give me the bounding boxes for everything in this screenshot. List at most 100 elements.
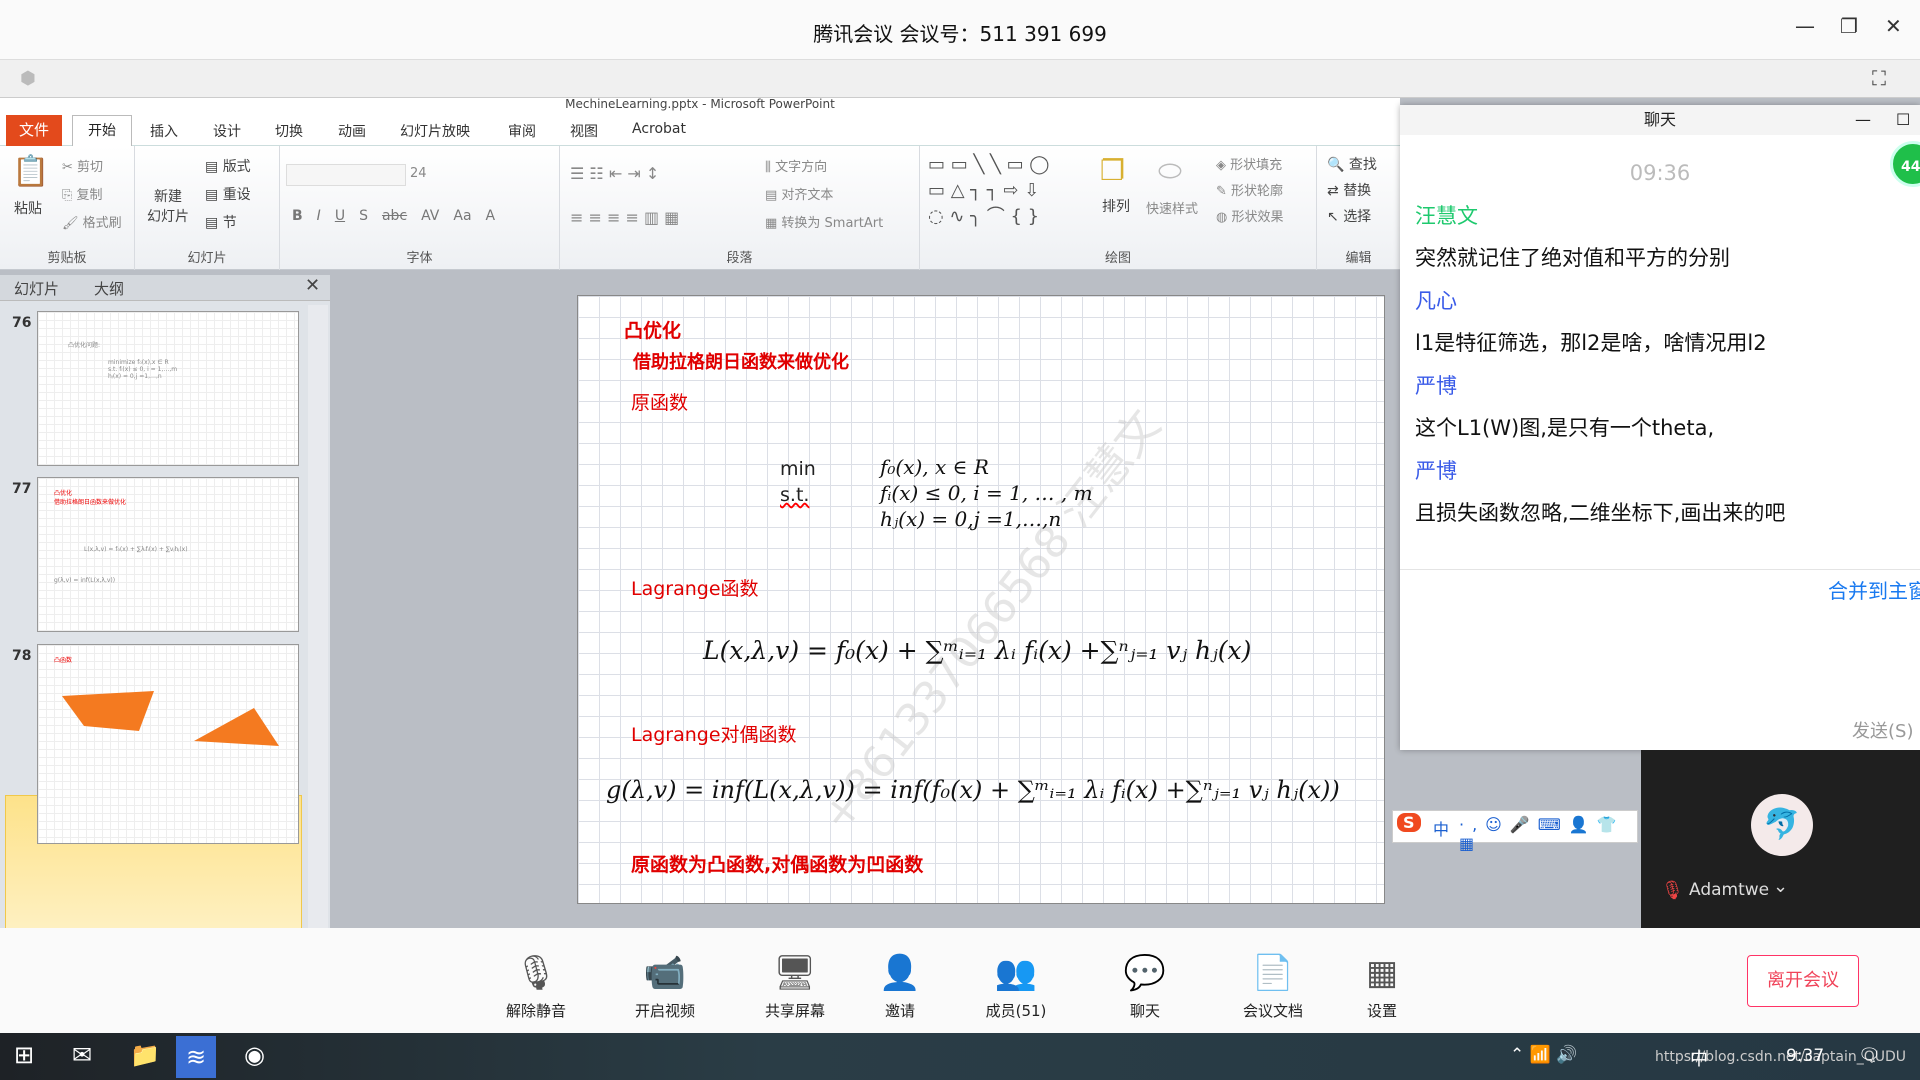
slide-thumbnail-76[interactable]: 凸优化问题: minimize f₀(x),x ∈ R s.t. fᵢ(x) ≤… <box>37 311 299 466</box>
format-painter-button[interactable]: 🖌 格式刷 <box>62 212 122 231</box>
tab-view[interactable]: 视图 <box>570 121 598 141</box>
toolbar-button-document[interactable]: 📄 会议文档 <box>1218 950 1328 1021</box>
font-size-select[interactable]: 24 <box>410 166 454 188</box>
ime-mode[interactable]: 中 <box>1433 816 1449 840</box>
tab-review[interactable]: 审阅 <box>508 121 536 141</box>
shape-outline-button[interactable]: ✎ 形状轮廓 <box>1216 180 1283 199</box>
tab-acrobat[interactable]: Acrobat <box>632 121 686 137</box>
shape-fill-button[interactable]: ◈ 形状填充 <box>1216 154 1282 173</box>
italic-button[interactable]: I <box>317 208 321 224</box>
paste-icon[interactable]: 📋 <box>12 154 49 189</box>
find-button[interactable]: 🔍 查找 <box>1327 154 1377 174</box>
replace-button[interactable]: ⇄ 替换 <box>1327 180 1371 200</box>
conclusion: 原函数为凸函数,对偶函数为凹函数 <box>631 854 924 876</box>
paste-button[interactable]: 粘贴 <box>14 198 42 218</box>
align-text-button[interactable]: ▤ 对齐文本 <box>765 184 833 203</box>
close-panel-icon[interactable]: ✕ <box>305 275 320 296</box>
tab-slides[interactable]: 幻灯片 <box>14 278 59 299</box>
text-direction-button[interactable]: ⫼ 文字方向 <box>765 156 827 175</box>
spacing-button[interactable]: AV <box>421 208 439 224</box>
panel-scrollbar[interactable] <box>308 305 328 928</box>
tray-icons[interactable]: ⌃ 📶 🔊 <box>1510 1045 1577 1065</box>
cut-button[interactable]: ✂ 剪切 <box>62 156 103 175</box>
bold-button[interactable]: B <box>292 208 303 224</box>
font-format-buttons: B I U S abc AV Aa A <box>292 208 495 224</box>
tab-animations[interactable]: 动画 <box>338 121 366 141</box>
new-slide-button[interactable]: 新建 幻灯片 <box>147 186 189 226</box>
close-button[interactable]: ✕ <box>1885 14 1902 38</box>
toolbar-button-share-screen[interactable]: 🖥 共享屏幕 <box>740 950 850 1021</box>
toolbar-button-chat[interactable]: 💬 聊天 <box>1090 950 1200 1021</box>
tab-home[interactable]: 开始 <box>72 115 132 147</box>
slide-number: 76 <box>12 315 32 331</box>
list-buttons[interactable]: ☰ ☷ ⇤ ⇥ ↕ <box>570 164 659 183</box>
file-explorer-icon[interactable]: 📁 <box>130 1041 160 1069</box>
slide-thumbnail-78[interactable]: 凸函数 <box>37 644 299 844</box>
leave-meeting-button[interactable]: 离开会议 <box>1747 955 1859 1007</box>
ribbon: 📋 粘贴 ✂ 剪切 ⎘ 复制 🖌 格式刷 剪贴板 新建 幻灯片 ▤ 版式 ▤ 重… <box>0 146 1400 270</box>
shape-effects-button[interactable]: ◍ 形状效果 <box>1216 206 1284 225</box>
chat-maximize-button[interactable]: ☐ <box>1896 105 1910 135</box>
mail-icon[interactable]: ✉ <box>72 1041 92 1069</box>
underline-button[interactable]: U <box>335 208 345 224</box>
shapes-gallery[interactable]: ▭ ▭ ╲ ╲ ▭ ◯ ▭ △ ┐ ┐ ⇨ ⇩ ◌ ∿ ╮ ⌒ { } <box>928 152 1049 230</box>
camera-off-icon: 📹 <box>643 953 687 993</box>
toolbar-button-members[interactable]: 👥 成员(51) <box>961 950 1071 1021</box>
equality-constraint: hⱼ(x) = 0,j =1,…,n <box>880 507 1062 531</box>
ime-tool-icons[interactable]: ·,☺🎤⌨👤👕▦ <box>1459 815 1637 853</box>
shadow-button[interactable]: S <box>359 208 368 224</box>
chat-minimize-button[interactable]: — <box>1855 105 1871 135</box>
tab-slideshow[interactable]: 幻灯片放映 <box>400 121 470 141</box>
chat-window: 聊天 — ☐ 44 09:36 汪慧文 突然就记住了绝对值和平方的分别 凡心 l… <box>1400 105 1920 750</box>
notification-icon[interactable]: 🗨 <box>1858 1045 1881 1066</box>
ime-indicator[interactable]: 中 <box>1690 1045 1708 1071</box>
copy-button[interactable]: ⎘ 复制 <box>62 184 103 203</box>
font-name-select[interactable] <box>286 164 406 186</box>
chevron-down-icon[interactable]: ⌄ <box>1773 876 1788 897</box>
slide-thumbnail-77[interactable]: 凸优化 借助拉格朗日函数来做优化 L(x,λ,v) = f₀(x) + ∑λᵢf… <box>37 477 299 632</box>
restore-button[interactable]: ❐ <box>1840 14 1858 38</box>
tab-transitions[interactable]: 切换 <box>275 121 303 141</box>
slide-canvas[interactable]: +861337066568 汪慧文 凸优化 借助拉格朗日函数来做优化 原函数 m… <box>577 295 1385 904</box>
fullscreen-icon[interactable]: ⛶ <box>1872 66 1886 90</box>
tab-design[interactable]: 设计 <box>213 121 241 141</box>
video-tile[interactable]: 🐬 🎙 Adamtwe ⌄ <box>1641 750 1920 928</box>
font-color-button[interactable]: A <box>486 208 496 224</box>
select-button[interactable]: ↖ 选择 <box>1327 206 1371 226</box>
quick-styles-icon[interactable]: ⬭ <box>1158 154 1182 188</box>
chrome-icon[interactable]: ◉ <box>244 1041 265 1069</box>
case-button[interactable]: Aa <box>453 208 471 224</box>
mic-muted-icon: 🎙 <box>1661 880 1684 901</box>
arrange-button[interactable]: 排列 <box>1102 196 1130 216</box>
arrange-icon[interactable]: ❐ <box>1100 154 1125 187</box>
align-buttons[interactable]: ≡ ≡ ≡ ≡ ▥ ▦ <box>570 208 679 227</box>
section-button[interactable]: ▤ 节 <box>205 212 237 232</box>
strikethrough-button[interactable]: abc <box>382 208 407 224</box>
group-editing: 🔍 查找 ⇄ 替换 ↖ 选择 编辑 <box>1317 146 1400 270</box>
share-toolbar: ⬢ ⛶ <box>0 60 1920 98</box>
dual-label: Lagrange对偶函数 <box>631 724 797 746</box>
merge-to-main-link[interactable]: 合并到主窗 <box>1828 575 1920 604</box>
tencent-meeting-icon[interactable]: ≋ <box>176 1036 217 1078</box>
layout-button[interactable]: ▤ 版式 <box>205 156 251 176</box>
thumb-line: g(λ,v) = inf(L(x,λ,v)) <box>54 577 116 584</box>
toolbar-button-settings[interactable]: ▦ 设置 <box>1327 950 1437 1021</box>
chat-input[interactable] <box>1410 610 1910 700</box>
minimize-button[interactable]: — <box>1795 14 1815 38</box>
send-button[interactable]: 发送(S) <box>1852 717 1913 743</box>
smartart-button[interactable]: ▦ 转换为 SmartArt <box>765 212 883 231</box>
invite-icon: 👤 <box>878 953 922 993</box>
start-icon[interactable]: ⊞ <box>14 1041 34 1069</box>
reset-button[interactable]: ▤ 重设 <box>205 184 251 204</box>
thumb-convex-figure <box>62 691 279 746</box>
tab-outline[interactable]: 大纲 <box>94 278 124 299</box>
toolbar-button-invite[interactable]: 👤 邀请 <box>845 950 955 1021</box>
clock[interactable]: 9:37 <box>1786 1046 1824 1066</box>
tab-file[interactable]: 文件 <box>6 115 62 146</box>
toolbar-button-mic-muted[interactable]: 🎙 解除静音 <box>481 950 591 1021</box>
tab-insert[interactable]: 插入 <box>150 121 178 141</box>
toolbar-button-camera-off[interactable]: 📹 开启视频 <box>610 950 720 1021</box>
copy-label: 复制 <box>76 188 103 203</box>
quick-styles-button[interactable]: 快速样式 <box>1146 198 1198 217</box>
sogou-logo-icon[interactable]: S <box>1397 813 1421 832</box>
